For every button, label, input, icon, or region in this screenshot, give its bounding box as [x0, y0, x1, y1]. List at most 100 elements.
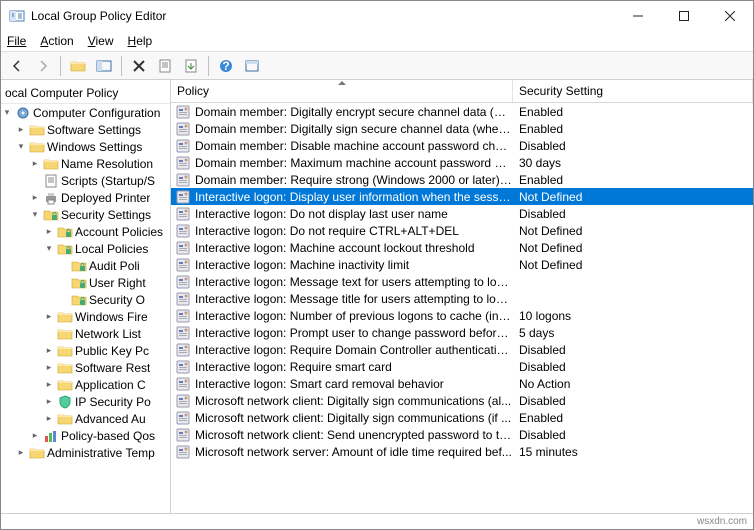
policy-row[interactable]: Interactive logon: Require Domain Contro… — [171, 341, 753, 358]
forward-button[interactable] — [31, 54, 55, 78]
expand-toggle-icon[interactable]: ▸ — [43, 379, 55, 390]
refresh-button[interactable] — [240, 54, 264, 78]
expand-toggle-icon[interactable]: ▸ — [43, 362, 55, 373]
tree-item[interactable]: ▸Software Rest — [1, 359, 170, 376]
policy-row[interactable]: Interactive logon: Display user informat… — [171, 188, 753, 205]
tree-item-label: Security O — [89, 293, 145, 307]
tree-item[interactable]: ▸ Name Resolution — [1, 155, 170, 172]
delete-button[interactable] — [127, 54, 151, 78]
maximize-button[interactable] — [661, 1, 707, 31]
expand-toggle-icon[interactable]: ▸ — [43, 311, 55, 322]
tree-item[interactable]: ▸ Deployed Printer — [1, 189, 170, 206]
expand-toggle-icon[interactable]: ▸ — [43, 413, 55, 424]
expand-toggle-icon[interactable]: ▸ — [29, 430, 41, 441]
folder-icon — [29, 445, 45, 461]
tree-item[interactable]: Network List — [1, 325, 170, 342]
expand-toggle-icon[interactable]: ▾ — [43, 243, 55, 254]
tree-item[interactable]: ▸Software Settings — [1, 121, 170, 138]
expand-toggle-icon[interactable]: ▸ — [29, 158, 41, 169]
show-hide-tree-button[interactable] — [92, 54, 116, 78]
expand-toggle-icon[interactable]: ▾ — [15, 141, 27, 152]
tree-item[interactable]: ▸Policy-based Qos — [1, 427, 170, 444]
tree-item[interactable]: ▾ Local Policies — [1, 240, 170, 257]
tree-item[interactable]: ▸Windows Fire — [1, 308, 170, 325]
tree-item-label: Local Policies — [75, 242, 148, 256]
tree-item-label: Name Resolution — [61, 157, 153, 171]
policy-row[interactable]: Interactive logon: Require smart card Dis… — [171, 358, 753, 375]
policy-row[interactable]: Interactive logon: Message text for user… — [171, 273, 753, 290]
policy-row[interactable]: Interactive logon: Do not display last u… — [171, 205, 753, 222]
policy-row[interactable]: Domain member: Require strong (Windows 2… — [171, 171, 753, 188]
column-policy[interactable]: Policy — [171, 80, 513, 102]
help-button[interactable]: ? — [214, 54, 238, 78]
expand-toggle-icon[interactable]: ▸ — [43, 396, 55, 407]
tree-item[interactable]: Scripts (Startup/S — [1, 172, 170, 189]
policy-name: Microsoft network client: Digitally sign… — [195, 411, 511, 425]
close-button[interactable] — [707, 1, 753, 31]
policy-row[interactable]: Interactive logon: Smart card removal be… — [171, 375, 753, 392]
policy-name: Domain member: Disable machine account p… — [195, 139, 513, 153]
up-button[interactable] — [66, 54, 90, 78]
shield-icon — [57, 394, 73, 410]
policy-row[interactable]: Interactive logon: Machine inactivity li… — [171, 256, 753, 273]
window-title: Local Group Policy Editor — [31, 9, 615, 23]
expand-toggle-icon[interactable]: ▸ — [15, 124, 27, 135]
content-area: ocal Computer Policy ▾Computer Configura… — [1, 80, 753, 513]
expand-toggle-icon[interactable]: ▾ — [1, 107, 13, 118]
policy-row[interactable]: Microsoft network client: Send unencrypt… — [171, 426, 753, 443]
policy-cell: Domain member: Digitally sign secure cha… — [171, 121, 513, 137]
expand-toggle-icon[interactable]: ▸ — [43, 226, 55, 237]
tree-item[interactable]: ▸ Account Policies — [1, 223, 170, 240]
policy-row[interactable]: Domain member: Disable machine account p… — [171, 137, 753, 154]
expand-toggle-icon[interactable]: ▾ — [29, 209, 41, 220]
export-button[interactable] — [179, 54, 203, 78]
tree-item[interactable]: ▸Administrative Temp — [1, 444, 170, 461]
policy-row[interactable]: Interactive logon: Prompt user to change… — [171, 324, 753, 341]
tree-item[interactable]: Audit Poli — [1, 257, 170, 274]
menu-help[interactable]: Help — [128, 34, 153, 48]
policy-row[interactable]: Domain member: Digitally encrypt secure … — [171, 103, 753, 120]
tree-item[interactable]: ▾Windows Settings — [1, 138, 170, 155]
policy-row[interactable]: Domain member: Maximum machine account p… — [171, 154, 753, 171]
expand-toggle-icon[interactable]: ▸ — [29, 192, 41, 203]
policy-row[interactable]: Interactive logon: Number of previous lo… — [171, 307, 753, 324]
expand-toggle-icon[interactable]: ▸ — [15, 447, 27, 458]
policy-name: Interactive logon: Require smart card — [195, 360, 392, 374]
policy-row[interactable]: Domain member: Digitally sign secure cha… — [171, 120, 753, 137]
setting-cell: 5 days — [513, 326, 753, 340]
tree-item[interactable]: ▾Computer Configuration — [1, 104, 170, 121]
minimize-button[interactable] — [615, 1, 661, 31]
policy-row[interactable]: Interactive logon: Message title for use… — [171, 290, 753, 307]
tree-item-label: Deployed Printer — [61, 191, 150, 205]
tree-item[interactable]: ▸ IP Security Po — [1, 393, 170, 410]
back-button[interactable] — [5, 54, 29, 78]
column-security-setting[interactable]: Security Setting — [513, 80, 753, 102]
policy-row[interactable]: Microsoft network server: Amount of idle… — [171, 443, 753, 460]
policy-row[interactable]: Microsoft network client: Digitally sign… — [171, 409, 753, 426]
tree-item[interactable]: ▸Advanced Au — [1, 410, 170, 427]
tree-item[interactable]: User Right — [1, 274, 170, 291]
tree-item-label: Account Policies — [75, 225, 163, 239]
menu-view[interactable]: View — [88, 34, 114, 48]
tree-item[interactable]: Security O — [1, 291, 170, 308]
policy-row[interactable]: Interactive logon: Machine account locko… — [171, 239, 753, 256]
expand-toggle-icon[interactable]: ▸ — [43, 345, 55, 356]
menu-action[interactable]: Action — [40, 34, 73, 48]
tree-item[interactable]: ▸Application C — [1, 376, 170, 393]
menu-file[interactable]: File — [7, 34, 26, 48]
policy-name: Interactive logon: Message title for use… — [195, 292, 513, 306]
folder-icon — [29, 122, 45, 138]
tree-item[interactable]: ▸Public Key Pc — [1, 342, 170, 359]
setting-cell: 10 logons — [513, 309, 753, 323]
tree-header[interactable]: ocal Computer Policy — [1, 82, 170, 104]
folder-icon — [57, 411, 73, 427]
policy-icon — [175, 257, 191, 273]
properties-button[interactable] — [153, 54, 177, 78]
policy-row[interactable]: Microsoft network client: Digitally sign… — [171, 392, 753, 409]
folder-icon — [57, 360, 73, 376]
tree-item-label: IP Security Po — [75, 395, 151, 409]
tree-item[interactable]: ▾Security Settings — [1, 206, 170, 223]
policy-row[interactable]: Interactive logon: Do not require CTRL+A… — [171, 222, 753, 239]
policy-icon — [175, 121, 191, 137]
setting-cell: Disabled — [513, 360, 753, 374]
